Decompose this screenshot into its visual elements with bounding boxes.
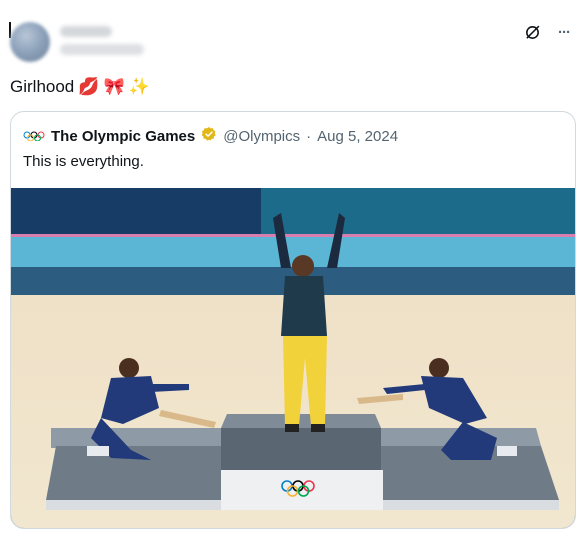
quoted-post[interactable]: The Olympic Games @Olympics · Aug 5, 202…	[10, 111, 576, 529]
post-text: Girlhood 💋 🎀 ✨	[10, 77, 150, 97]
ribbon-emoji: 🎀	[103, 77, 125, 97]
avatar[interactable]	[10, 22, 50, 62]
blurred-display-name[interactable]	[60, 26, 112, 37]
verified-badge-icon	[201, 126, 217, 146]
post-body: Girlhood	[10, 77, 75, 96]
post-header: ···	[0, 0, 586, 70]
more-icon[interactable]: ···	[554, 22, 574, 42]
podium-photo[interactable]	[11, 188, 575, 528]
post-actions-top: ···	[522, 22, 574, 42]
more-label: ···	[558, 23, 571, 41]
stands-dark	[11, 188, 261, 236]
quoted-date[interactable]: Aug 5, 2024	[317, 128, 398, 145]
grok-icon[interactable]	[522, 22, 542, 42]
blurred-handle[interactable]	[60, 44, 144, 55]
sparkles-emoji: ✨	[128, 77, 150, 97]
meta-separator: ·	[306, 127, 312, 145]
quoted-handle[interactable]: @Olympics	[223, 128, 300, 145]
quoted-display-name[interactable]: The Olympic Games	[51, 128, 195, 145]
quoted-text: This is everything.	[23, 153, 144, 170]
olympic-rings-icon	[23, 128, 45, 145]
pink-rail	[11, 234, 575, 237]
stands-teal	[261, 188, 575, 236]
quoted-post-header: The Olympic Games @Olympics · Aug 5, 202…	[23, 126, 398, 146]
kiss-mark-emoji: 💋	[78, 77, 100, 97]
